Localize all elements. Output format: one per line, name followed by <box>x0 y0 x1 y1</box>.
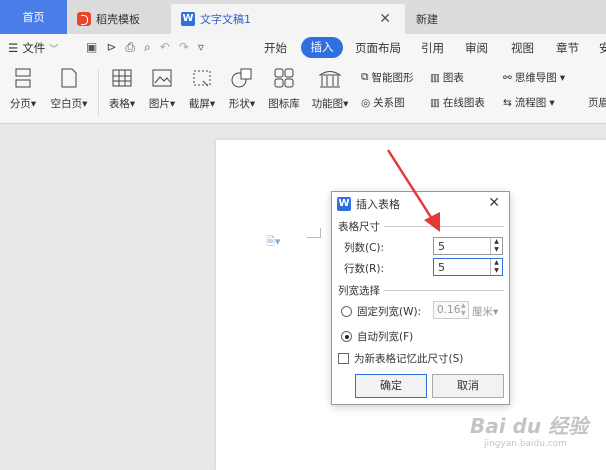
annotation-arrow-icon <box>386 149 440 232</box>
watermark-main: Bai du 经验 <box>470 414 589 438</box>
baidu-watermark: Bai du 经验 jingyan.baidu.com <box>470 410 588 449</box>
watermark-sub: jingyan.baidu.com <box>484 439 568 449</box>
